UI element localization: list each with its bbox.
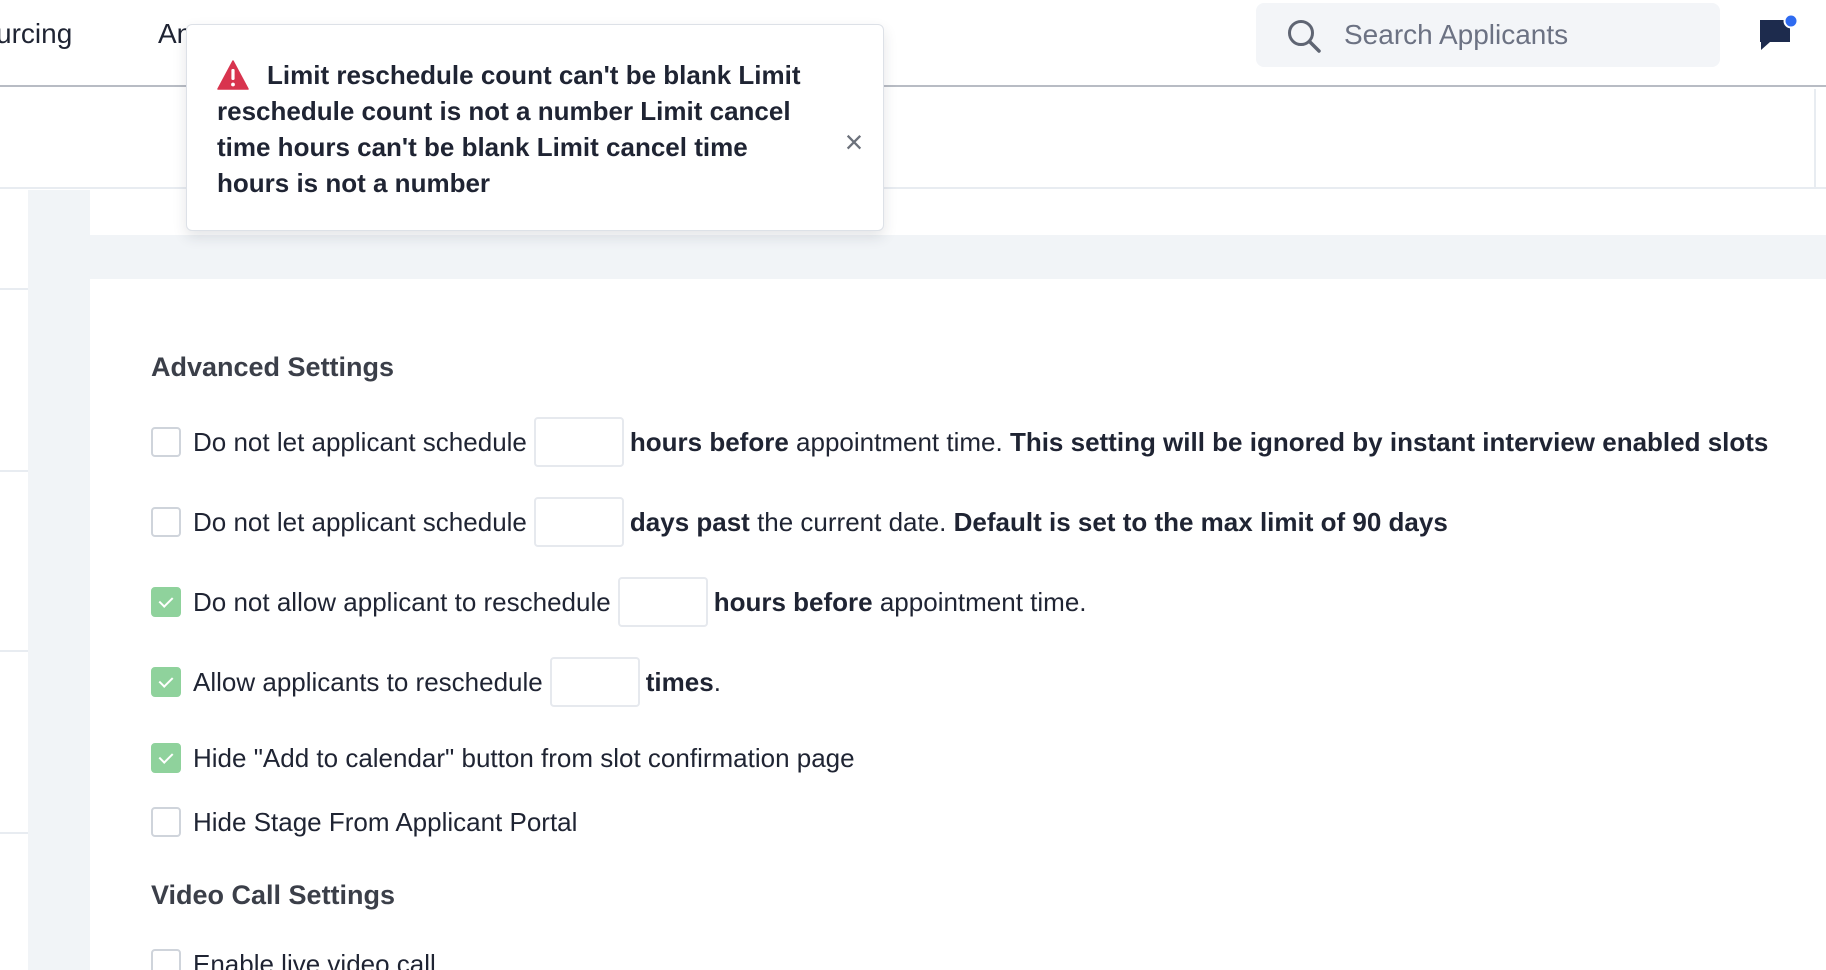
checkbox-reschedule-hours-before[interactable] bbox=[151, 587, 181, 617]
toast-message: Limit reschedule count can't be blank Li… bbox=[217, 60, 801, 198]
nav-item-sourcing[interactable]: urcing bbox=[0, 18, 72, 50]
setting-row-hide-stage: Hide Stage From Applicant Portal bbox=[151, 796, 577, 848]
setting-label-bold: hours before bbox=[629, 426, 789, 457]
search-input[interactable] bbox=[1344, 3, 1704, 67]
checkbox-live-video-call[interactable] bbox=[151, 949, 181, 970]
setting-label: Hide Stage From Applicant Portal bbox=[193, 806, 578, 837]
setting-note: Default is set to the max limit of 90 da… bbox=[953, 506, 1448, 537]
gray-band bbox=[90, 235, 1826, 279]
setting-label: Do not let applicant schedule bbox=[193, 426, 527, 457]
setting-row-schedule-hours-before: Do not let applicant schedule hours befo… bbox=[151, 416, 1768, 468]
close-icon[interactable]: × bbox=[837, 125, 871, 159]
setting-label-suffix: the current date. bbox=[749, 506, 954, 537]
setting-label-bold: days past bbox=[629, 506, 750, 537]
setting-label: Allow applicants to reschedule bbox=[193, 666, 543, 697]
schedule-days-past-input[interactable] bbox=[533, 497, 624, 547]
reschedule-hours-before-input[interactable] bbox=[617, 577, 708, 627]
checkbox-schedule-days-past[interactable] bbox=[151, 507, 181, 537]
setting-row-schedule-days-past: Do not let applicant schedule days past … bbox=[151, 496, 1448, 548]
divider bbox=[0, 288, 28, 290]
chat-icon[interactable] bbox=[1756, 14, 1798, 56]
video-call-settings-title: Video Call Settings bbox=[151, 880, 396, 910]
setting-row-reschedule-hours-before: Do not allow applicant to reschedule hou… bbox=[151, 576, 1087, 628]
divider bbox=[1814, 89, 1816, 189]
divider bbox=[0, 650, 28, 652]
divider bbox=[0, 470, 28, 472]
checkbox-reschedule-times[interactable] bbox=[151, 667, 181, 697]
schedule-hours-before-input[interactable] bbox=[533, 417, 624, 467]
setting-row-reschedule-times: Allow applicants to reschedule times . bbox=[151, 656, 721, 708]
setting-label: Do not allow applicant to reschedule bbox=[193, 586, 611, 617]
setting-label: Enable live video call bbox=[193, 948, 436, 970]
setting-label-bold: times bbox=[645, 666, 714, 697]
left-gutter bbox=[0, 190, 28, 970]
advanced-settings-title: Advanced Settings bbox=[151, 352, 395, 382]
checkbox-schedule-hours-before[interactable] bbox=[151, 427, 181, 457]
divider bbox=[0, 832, 28, 834]
gray-column bbox=[28, 190, 90, 970]
error-toast: Limit reschedule count can't be blank Li… bbox=[186, 24, 884, 231]
setting-note: This setting will be ignored by instant … bbox=[1009, 426, 1769, 457]
notification-dot bbox=[1783, 14, 1798, 29]
setting-label: Do not let applicant schedule bbox=[193, 506, 527, 537]
setting-label-bold: hours before bbox=[713, 586, 873, 617]
search-icon bbox=[1288, 20, 1321, 53]
setting-row-hide-add-to-calendar: Hide "Add to calendar" button from slot … bbox=[151, 732, 855, 784]
search-box[interactable] bbox=[1256, 3, 1720, 67]
setting-label-suffix: appointment time. bbox=[788, 426, 1010, 457]
setting-label: Hide "Add to calendar" button from slot … bbox=[193, 742, 855, 773]
setting-label-suffix: . bbox=[713, 666, 721, 697]
checkbox-hide-stage[interactable] bbox=[151, 807, 181, 837]
setting-label-suffix: appointment time. bbox=[872, 586, 1087, 617]
checkbox-hide-add-to-calendar[interactable] bbox=[151, 743, 181, 773]
reschedule-times-input[interactable] bbox=[549, 657, 640, 707]
setting-row-live-video-call: Enable live video call bbox=[151, 938, 436, 970]
